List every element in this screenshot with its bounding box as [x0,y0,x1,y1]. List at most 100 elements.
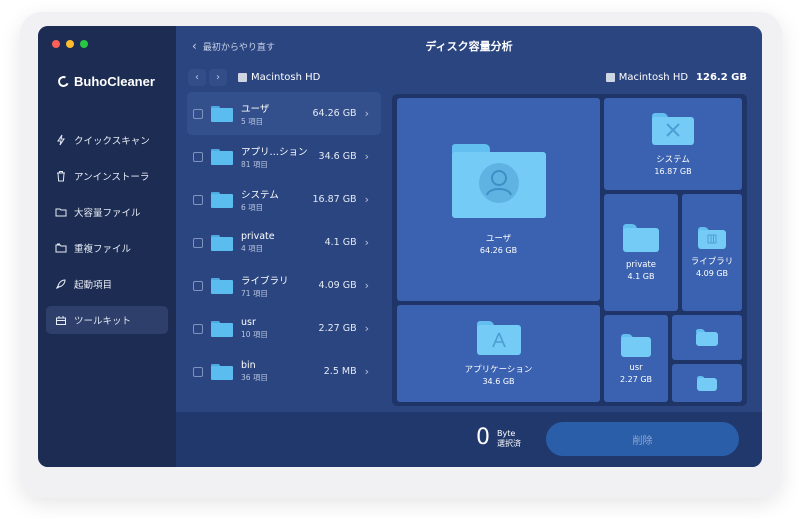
list-fade [187,402,381,410]
sidebar: BuhoCleaner クイックスキャン アンインストーラ 大容量ファイル 重複… [38,26,176,467]
treemap-tile-library[interactable]: ライブラリ 4.09 GB [682,194,742,311]
item-count: 6 項目 [241,202,264,212]
tile-name: システム [656,154,690,165]
item-size: 2.27 GB [318,323,357,334]
treemap-tile-users[interactable]: ユーザ 64.26 GB [397,98,600,301]
sidebar-item-large-files[interactable]: 大容量ファイル [46,198,168,226]
treemap-tile-folder[interactable] [672,364,742,402]
minimize-window-button[interactable] [66,40,74,48]
list-item[interactable]: ライブラリ 71 項目 4.09 GB › [187,264,381,307]
disk-summary: Macintosh HD 126.2 GB [605,72,747,83]
delete-button[interactable]: 削除 [546,422,739,456]
treemap-tile-private[interactable]: private 4.1 GB [604,194,678,311]
app-logo: BuhoCleaner [56,74,155,89]
title-bar: ‹ 最初からやり直す ディスク容量分析 [176,26,762,64]
list-item[interactable]: システム 6 項目 16.87 GB › [187,178,381,221]
chevron-right-icon[interactable]: › [365,365,369,378]
chevron-right-icon[interactable]: › [365,107,369,120]
sidebar-item-startup-items[interactable]: 起動項目 [46,270,168,298]
row-checkbox[interactable] [193,194,203,205]
tile-size: 4.1 GB [627,272,655,281]
row-checkbox[interactable] [193,280,203,291]
tile-name: usr [629,362,643,373]
tile-name: private [625,260,657,270]
folder-icon [697,375,717,391]
row-checkbox[interactable] [193,108,203,119]
nav-forward-button[interactable]: › [209,68,227,86]
treemap-tile-folder[interactable] [672,315,742,360]
sidebar-item-quick-scan[interactable]: クイックスキャン [46,126,168,154]
sidebar-item-label: 大容量ファイル [74,208,141,219]
path-bar: ‹ › Macintosh HD [188,68,320,86]
sidebar-item-duplicates[interactable]: 重複ファイル [46,234,168,262]
folder-icon [55,206,67,218]
close-window-button[interactable] [52,40,60,48]
app-window: BuhoCleaner クイックスキャン アンインストーラ 大容量ファイル 重複… [38,26,762,467]
nav-back-button[interactable]: ‹ [188,68,206,86]
sidebar-item-toolkit[interactable]: ツールキット [46,306,168,334]
duplicate-folder-icon [55,242,67,254]
chevron-right-icon[interactable]: › [365,279,369,292]
chevron-right-icon[interactable]: › [365,236,369,249]
window-controls [52,40,88,48]
item-count: 71 項目 [241,288,268,298]
row-checkbox[interactable] [193,366,203,377]
treemap-tile-system[interactable]: システム 16.87 GB [604,98,742,190]
item-name: private [241,231,275,242]
disk-treemap: ユーザ 64.26 GB システム 16.87 GB private 4.1 G… [392,94,747,406]
folder-icon [211,363,233,380]
maximize-window-button[interactable] [80,40,88,48]
disk-name: Macintosh HD [618,72,689,83]
hard-drive-icon [238,72,247,82]
sidebar-item-label: ツールキット [74,316,132,327]
sidebar-item-uninstaller[interactable]: アンインストーラ [46,162,168,190]
sidebar-item-label: 重複ファイル [74,244,132,255]
tile-size: 34.6 GB [482,377,515,386]
trash-icon [55,170,67,182]
folder-icon [211,148,233,165]
sidebar-item-label: クイックスキャン [74,136,150,147]
item-size: 2.5 MB [323,366,357,377]
toolkit-icon [55,314,67,326]
folder-list: ユーザ 5 項目 64.26 GB › アプリ…ション 81 項目 34.6 G… [187,92,381,410]
system-folder-icon [652,112,694,145]
tile-name: アプリケーション [464,365,533,375]
folder-icon [211,234,233,251]
breadcrumb-current: Macintosh HD [251,71,321,83]
folder-icon [211,191,233,208]
user-folder-icon [451,144,546,218]
list-item[interactable]: アプリ…ション 81 項目 34.6 GB › [187,135,381,178]
row-checkbox[interactable] [193,151,203,162]
hard-drive-icon [605,73,615,82]
item-name: システム [241,189,279,201]
chevron-right-icon[interactable]: › [365,322,369,335]
chevron-right-icon[interactable]: › [365,193,369,206]
item-name: usr [241,317,256,328]
applications-folder-icon [476,321,521,355]
item-size: 4.1 GB [324,237,357,248]
item-size: 34.6 GB [318,151,357,162]
item-count: 4 項目 [241,244,264,253]
treemap-tile-usr[interactable]: usr 2.27 GB [604,315,668,402]
sidebar-item-label: 起動項目 [74,280,113,291]
list-item[interactable]: bin 36 項目 2.5 MB › [187,350,381,393]
tile-size: 4.09 GB [695,269,729,278]
sidebar-item-label: アンインストーラ [74,172,150,183]
folder-icon [696,329,718,346]
row-checkbox[interactable] [193,237,203,248]
list-item[interactable]: usr 10 項目 2.27 GB › [187,307,381,350]
tile-name: ライブラリ [690,257,734,267]
chevron-right-icon[interactable]: › [365,150,369,163]
treemap-tile-applications[interactable]: アプリケーション 34.6 GB [397,305,600,402]
list-item[interactable]: private 4 項目 4.1 GB › [187,221,381,264]
tile-size: 2.27 GB [619,374,653,384]
rocket-icon [55,278,67,290]
main-panel: ‹ 最初からやり直す ディスク容量分析 ‹ › Macintosh HD Mac… [176,26,762,467]
list-item[interactable]: ユーザ 5 項目 64.26 GB › [187,92,381,135]
action-bar: 0 Byte 選択済 削除 [176,412,762,467]
breadcrumb: Macintosh HD [238,72,320,83]
item-count: 5 項目 [241,116,264,126]
page-title: ディスク容量分析 [425,40,513,53]
buhocleaner-logo-icon [56,74,71,89]
row-checkbox[interactable] [193,323,203,334]
